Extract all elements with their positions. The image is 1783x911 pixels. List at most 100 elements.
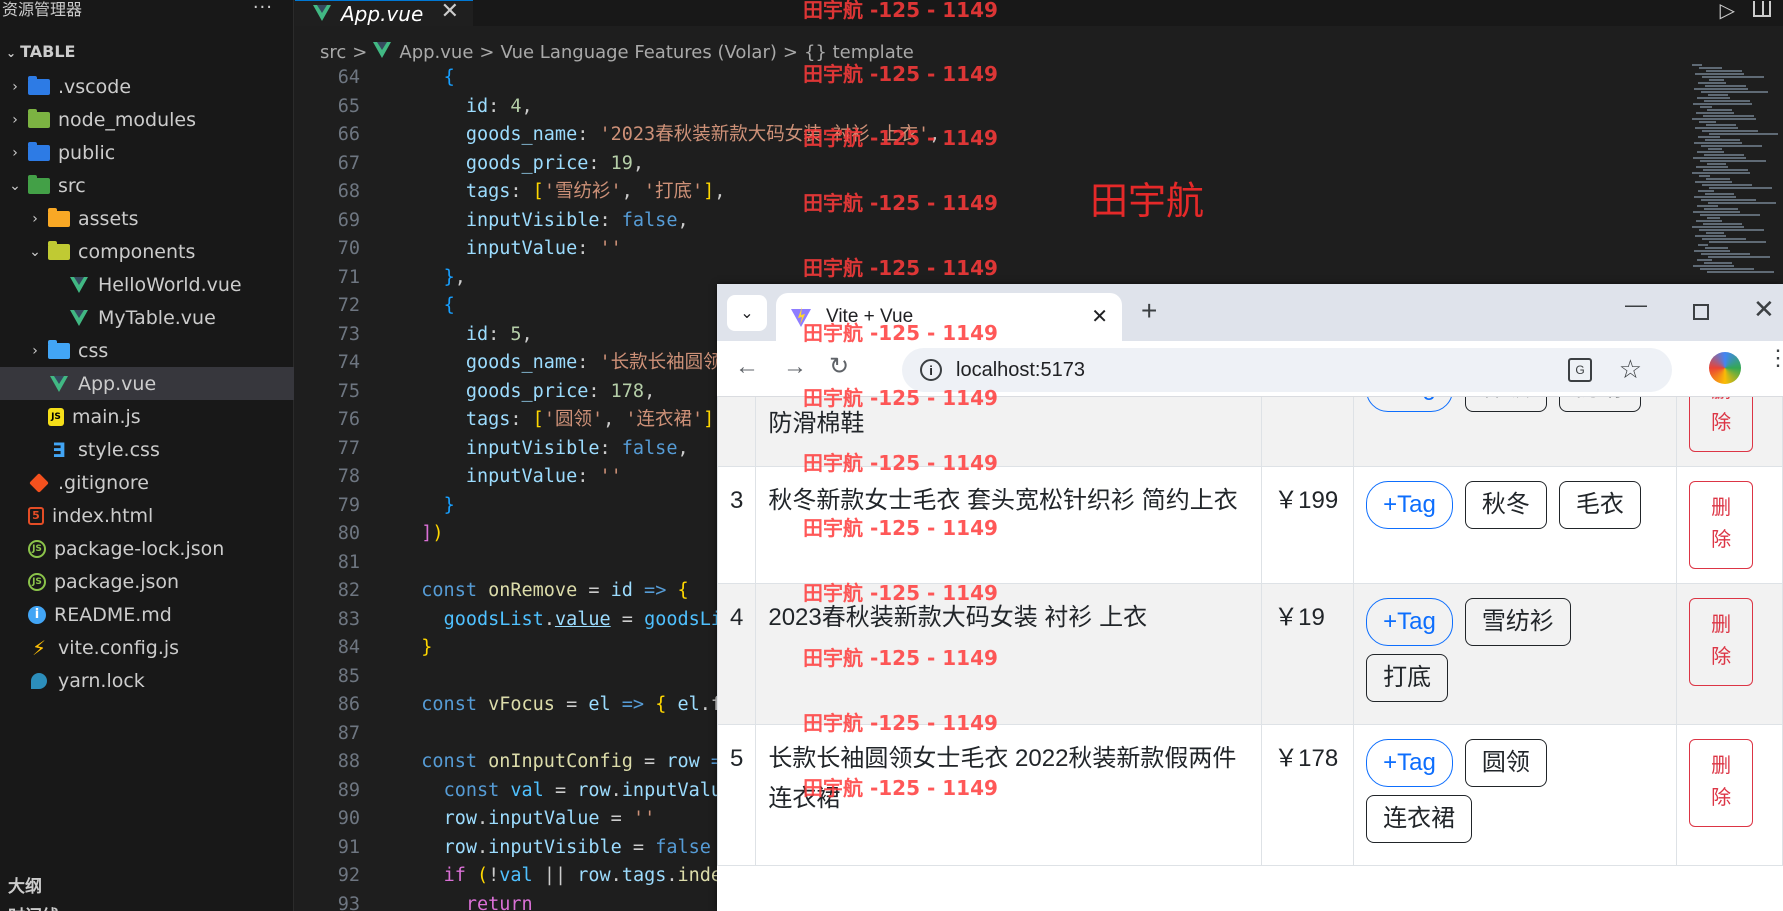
bookmark-star-icon[interactable]: ☆ <box>1619 354 1642 385</box>
chevron-right-icon[interactable]: › <box>28 211 42 227</box>
line-number: 68 <box>337 181 360 202</box>
chevron-right-icon[interactable]: › <box>28 343 42 359</box>
minimap-line <box>1702 238 1746 240</box>
tab-search-icon[interactable]: ⌄ <box>727 295 767 331</box>
window-close-icon[interactable]: ✕ <box>1753 294 1775 325</box>
assets-folder-icon <box>48 207 70 230</box>
forward-icon[interactable]: → <box>783 353 807 381</box>
tree-item[interactable]: ⌄ components <box>0 235 294 268</box>
address-bar[interactable]: i localhost:5173 G ☆ <box>902 348 1672 392</box>
tree-item[interactable]: JS package.json <box>0 565 294 598</box>
code-text: row.inputValue = '' <box>399 805 656 834</box>
add-tag-button[interactable]: +Tag <box>1366 481 1453 529</box>
minimap-line <box>1702 184 1752 186</box>
code-token: row <box>666 751 700 772</box>
more-actions-icon[interactable]: ··· <box>253 0 273 17</box>
tree-item[interactable]: › public <box>0 136 294 169</box>
tree-item[interactable]: › css <box>0 334 294 367</box>
code-token: const <box>421 580 489 601</box>
breadcrumb-symbol[interactable]: {} template <box>804 42 914 63</box>
code-token: : <box>577 124 600 145</box>
tree-item[interactable]: › node_modules <box>0 103 294 136</box>
delete-button[interactable]: 删除 <box>1689 739 1754 827</box>
table-row: 2冬季保暖女士休闲雪地靴 舒适加绒防水短靴 防滑棉鞋￥89 +Tag 保暖防滑 删除 <box>717 397 1783 467</box>
minimap-line <box>1706 178 1730 180</box>
line-number: 67 <box>337 152 360 174</box>
site-info-icon[interactable]: i <box>920 359 942 381</box>
split-editor-icon[interactable] <box>1753 1 1771 17</box>
code-token: tags <box>465 181 511 202</box>
tree-item[interactable]: › .vscode <box>0 70 294 103</box>
outline-section[interactable]: 大纲 <box>8 872 42 897</box>
add-tag-button[interactable]: +Tag <box>1366 598 1453 646</box>
chevron-right-icon[interactable]: › <box>8 145 22 161</box>
chevron-down-icon[interactable]: ⌄ <box>28 244 42 260</box>
tree-item[interactable]: App.vue <box>0 367 294 400</box>
code-text: goods_price: 19, <box>399 150 644 179</box>
tree-item[interactable]: ⌄ src <box>0 169 294 202</box>
new-tab-icon[interactable]: + <box>1141 297 1157 325</box>
tree-item[interactable]: ∃ style.css <box>0 433 294 466</box>
minimap-line <box>1708 94 1728 96</box>
tree-item-label: README.md <box>54 603 172 626</box>
browser-tab-close-icon[interactable]: ✕ <box>1091 304 1108 329</box>
tree-item[interactable]: JS package-lock.json <box>0 532 294 565</box>
tree-item[interactable]: JS main.js <box>0 400 294 433</box>
tree-item[interactable]: HelloWorld.vue <box>0 268 294 301</box>
add-tag-button[interactable]: +Tag <box>1366 397 1453 412</box>
code-token: { <box>443 295 455 316</box>
code-token: '' <box>599 238 622 259</box>
add-tag-button[interactable]: +Tag <box>1366 739 1453 787</box>
tree-item[interactable]: .gitignore <box>0 466 294 499</box>
browser-tab[interactable]: Vite + Vue ✕ <box>776 293 1122 341</box>
code-token: = <box>577 580 611 601</box>
code-token: : <box>588 380 611 402</box>
chevron-right-icon[interactable]: › <box>8 112 22 128</box>
code-token: const <box>421 751 489 772</box>
tab-close-icon[interactable]: ✕ <box>441 1 459 23</box>
browser-menu-icon[interactable]: ⋮ <box>1767 347 1783 369</box>
tree-item[interactable]: ⚡ vite.config.js <box>0 631 294 664</box>
breadcrumb-file[interactable]: App.vue <box>399 42 473 63</box>
profile-avatar[interactable] <box>1709 352 1741 384</box>
workspace-root[interactable]: ⌄ TABLE <box>6 42 75 61</box>
code-text: id: 4, <box>399 93 533 122</box>
timeline-section[interactable]: 时间线 <box>8 902 59 911</box>
maximize-icon[interactable] <box>1693 304 1709 320</box>
minimap[interactable] <box>1688 64 1783 284</box>
tree-item[interactable]: yarn.lock <box>0 664 294 697</box>
code-token: false <box>655 836 711 858</box>
tree-item[interactable]: › assets <box>0 202 294 235</box>
table-row: 3 秋冬新款女士毛衣 套头宽松针织衫 简约上衣 ￥199 +Tag 秋冬 毛衣删除 <box>717 466 1783 584</box>
code-token: } <box>443 266 455 288</box>
delete-label-char: 除 <box>1711 646 1732 668</box>
back-icon[interactable]: ← <box>735 353 759 381</box>
tab-app-vue[interactable]: App.vue ✕ <box>295 0 473 26</box>
breadcrumb-src[interactable]: src <box>320 42 346 63</box>
minimap-line <box>1706 232 1724 234</box>
reload-icon[interactable]: ↻ <box>829 353 849 381</box>
minimap-line <box>1692 64 1702 66</box>
minimize-icon[interactable]: — <box>1625 292 1647 318</box>
delete-button[interactable]: 删除 <box>1689 397 1754 452</box>
minimap-line <box>1693 157 1746 159</box>
tree-item[interactable]: 5 index.html <box>0 499 294 532</box>
chevron-down-icon[interactable]: ⌄ <box>8 178 22 194</box>
minimap-line <box>1693 265 1734 267</box>
delete-button[interactable]: 删除 <box>1689 481 1754 569</box>
tree-item[interactable]: i README.md <box>0 598 294 631</box>
run-icon[interactable]: ▷ <box>1720 0 1735 20</box>
breadcrumb-separator: > <box>352 41 368 63</box>
breadcrumb-language[interactable]: Vue Language Features (Volar) <box>501 42 777 63</box>
page-content: 2冬季保暖女士休闲雪地靴 舒适加绒防水短靴 防滑棉鞋￥89+Tag保暖防滑删除3… <box>717 397 1783 911</box>
code-token: } <box>421 637 433 658</box>
translate-icon[interactable]: G <box>1568 358 1592 382</box>
delete-button[interactable]: 删除 <box>1689 598 1754 686</box>
tree-item[interactable]: MyTable.vue <box>0 301 294 334</box>
chevron-right-icon[interactable]: › <box>8 79 22 95</box>
tree-item-label: assets <box>78 207 139 230</box>
